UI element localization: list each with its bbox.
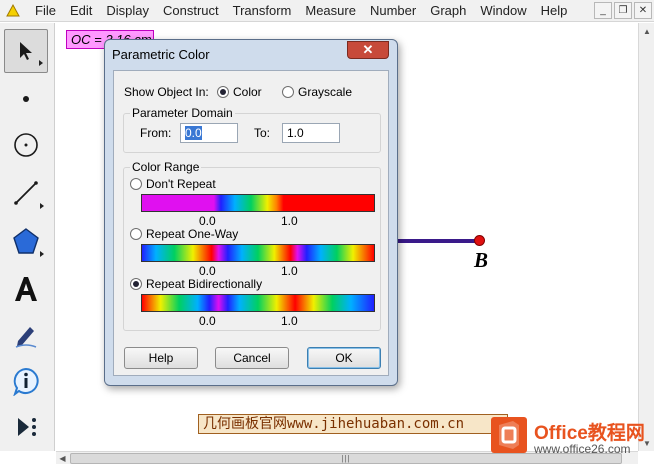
point-b-label[interactable]: B [474, 248, 488, 273]
ok-button[interactable]: OK [307, 347, 381, 369]
menu-construct[interactable]: Construct [156, 0, 226, 22]
repeat-bidirectionally-tick-end: 1.0 [281, 314, 298, 328]
menu-transform[interactable]: Transform [226, 0, 299, 22]
scroll-left-icon[interactable]: ◀ [56, 452, 69, 464]
app-icon[interactable] [4, 2, 22, 20]
to-input[interactable]: 1.0 [282, 123, 340, 143]
logo-url-text: www.office26.com [534, 442, 631, 456]
point-icon [23, 96, 29, 102]
grayscale-radio[interactable] [282, 86, 294, 98]
grayscale-radio-label[interactable]: Grayscale [298, 85, 352, 99]
repeat-one-way-radio[interactable] [130, 228, 142, 240]
letter-a-icon [15, 277, 37, 301]
information-tool[interactable] [4, 359, 48, 403]
vertical-scrollbar[interactable]: ▲ ▼ [638, 23, 654, 451]
dialog-body: Show Object In: Color Grayscale Paramete… [113, 70, 389, 376]
logo-brand-text: Office教程网 [534, 423, 645, 444]
repeat-bidirectionally-gradient [141, 294, 375, 312]
scroll-up-icon[interactable]: ▲ [639, 23, 654, 39]
help-button[interactable]: Help [124, 347, 198, 369]
from-label: From: [140, 126, 172, 140]
cancel-button[interactable]: Cancel [215, 347, 289, 369]
segment-icon [14, 181, 38, 205]
menu-file[interactable]: File [28, 0, 63, 22]
straightedge-tool[interactable] [4, 171, 48, 215]
menu-measure[interactable]: Measure [298, 0, 363, 22]
menu-bar: File Edit Display Construct Transform Me… [0, 0, 654, 22]
text-tool[interactable] [4, 267, 48, 311]
repeat-one-way-gradient [141, 244, 375, 262]
office26-logo: Office教程网 www.office26.com [488, 412, 654, 460]
arrow-icon [20, 42, 32, 60]
dont-repeat-tick-start: 0.0 [199, 214, 216, 228]
repeat-bidirectionally-tick-start: 0.0 [199, 314, 216, 328]
repeat-one-way-label[interactable]: Repeat One-Way [146, 227, 238, 241]
polygon-icon [13, 228, 39, 254]
from-input[interactable]: 0.0 [180, 123, 238, 143]
menu-window[interactable]: Window [473, 0, 533, 22]
office-logo-icon [491, 417, 527, 453]
color-radio-label[interactable]: Color [233, 85, 262, 99]
dialog-title: Parametric Color [112, 47, 210, 62]
sketchpad-window: File Edit Display Construct Transform Me… [0, 0, 654, 464]
close-icon[interactable]: ✕ [634, 2, 652, 19]
point-tool[interactable] [4, 77, 48, 121]
repeat-one-way-tick-start: 0.0 [199, 264, 216, 278]
parametric-color-dialog: Parametric Color ✕ Show Object In: Color… [104, 39, 398, 386]
color-range-group: Color Range Don't Repeat 0.0 1.0 Repeat … [123, 160, 381, 331]
restore-icon[interactable]: ❐ [614, 2, 632, 19]
minimize-icon[interactable]: _ [594, 2, 612, 19]
dont-repeat-radio[interactable] [130, 178, 142, 190]
compass-tool[interactable] [4, 123, 48, 167]
to-label: To: [254, 126, 271, 140]
dont-repeat-label[interactable]: Don't Repeat [146, 177, 216, 191]
circle-icon [14, 133, 38, 157]
menu-help[interactable]: Help [534, 0, 575, 22]
play-custom-icon [18, 418, 36, 436]
color-radio[interactable] [217, 86, 229, 98]
point-b[interactable] [474, 235, 485, 246]
pen-icon [15, 327, 37, 348]
menu-edit[interactable]: Edit [63, 0, 99, 22]
marker-tool[interactable] [4, 313, 48, 357]
segment-ob[interactable] [396, 239, 480, 243]
color-range-title: Color Range [130, 160, 202, 174]
repeat-bidirectionally-label[interactable]: Repeat Bidirectionally [146, 277, 262, 291]
document-window-controls: _ ❐ ✕ [594, 2, 652, 19]
dialog-close-button[interactable]: ✕ [347, 41, 389, 59]
website-watermark: 几何画板官网www.jihehuaban.com.cn [198, 414, 508, 434]
custom-tool[interactable] [4, 405, 48, 449]
dont-repeat-gradient [141, 194, 375, 212]
show-object-in-label: Show Object In: [124, 85, 209, 99]
menu-graph[interactable]: Graph [423, 0, 473, 22]
menu-number[interactable]: Number [363, 0, 423, 22]
parameter-domain-title: Parameter Domain [130, 106, 235, 120]
toolbox [0, 23, 55, 451]
polygon-tool[interactable] [4, 219, 48, 263]
menu-display[interactable]: Display [99, 0, 156, 22]
selection-arrow-tool[interactable] [4, 29, 48, 73]
repeat-one-way-tick-end: 1.0 [281, 264, 298, 278]
info-icon [13, 367, 39, 396]
dont-repeat-tick-end: 1.0 [281, 214, 298, 228]
parameter-domain-group: Parameter Domain From: 0.0 To: 1.0 [123, 106, 381, 153]
repeat-bidirectionally-radio[interactable] [130, 278, 142, 290]
